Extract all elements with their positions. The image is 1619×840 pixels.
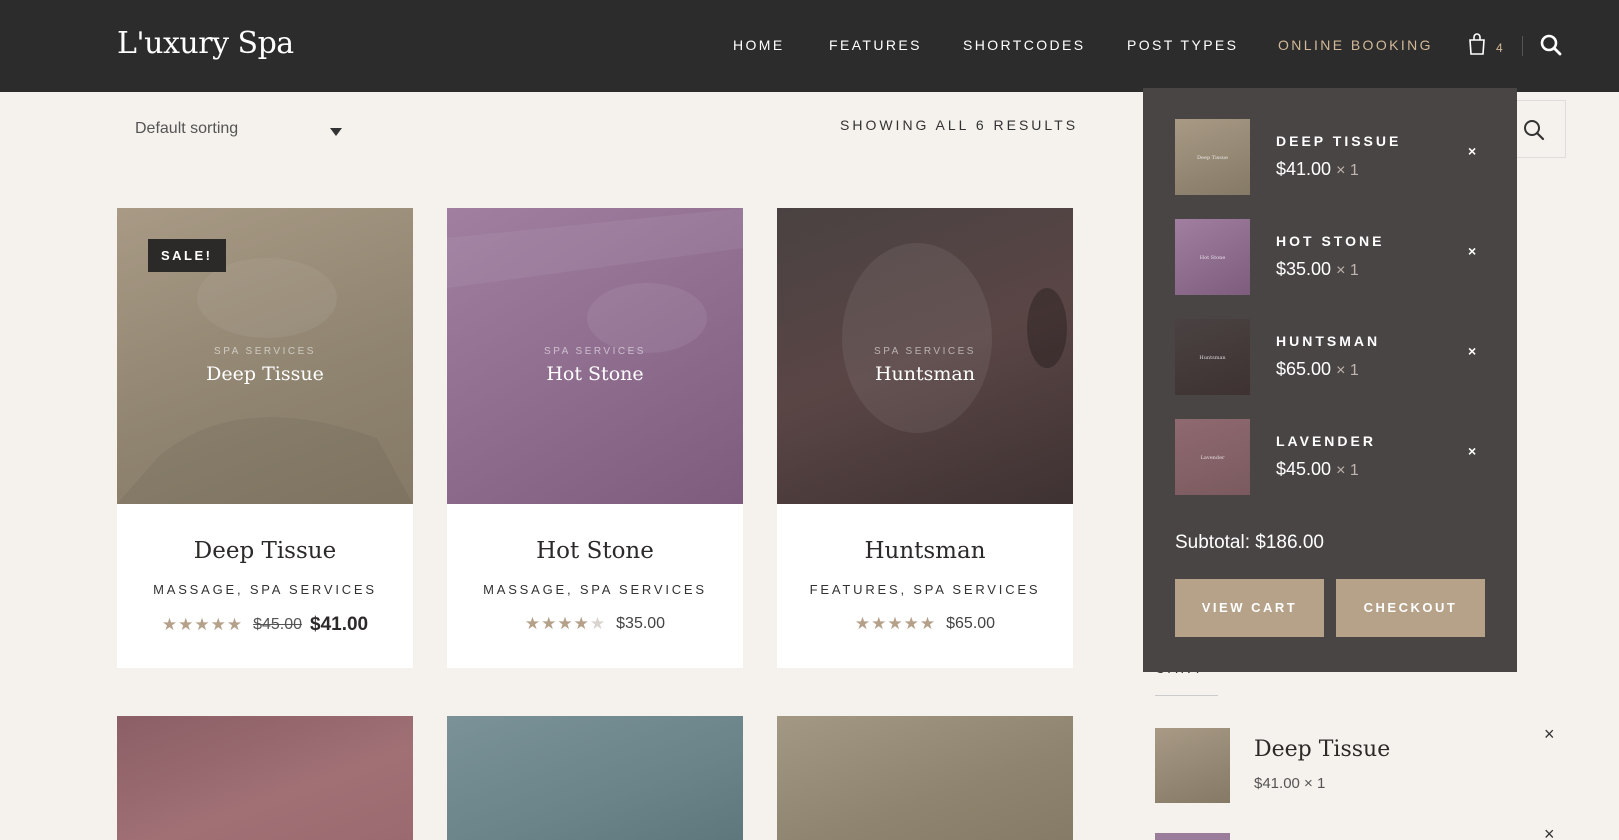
results-count: SHOWING ALL 6 RESULTS (840, 117, 1079, 133)
mini-cart-item: Hot Stone HOT STONE $35.00 × 1 (1175, 219, 1485, 295)
cart-widget-thumb[interactable] (1155, 833, 1230, 840)
cart-count-badge: 4 (1496, 41, 1503, 55)
thumb-label: Lavender (1200, 455, 1225, 461)
product-price-row: ★★★★★ $65.00 (777, 614, 1073, 634)
rating-stars: ★★★★★ (161, 615, 244, 634)
search-icon (1524, 120, 1545, 141)
thumb-label: Hot Stone (1199, 255, 1226, 261)
nav-item-post-types[interactable]: POST TYPES (1127, 37, 1238, 53)
quantity: × 1 (1336, 462, 1359, 479)
sale-badge: SALE! (148, 239, 226, 272)
thumb-label: Deep Tissue (1197, 155, 1228, 161)
product-image[interactable] (777, 716, 1073, 840)
nav-divider (1522, 36, 1523, 56)
product-title[interactable]: Hot Stone (447, 538, 743, 564)
product-image[interactable]: SPA SERVICES Hot Stone (447, 208, 743, 504)
rating-stars: ★★★★★ (524, 614, 607, 633)
product-categories[interactable]: MASSAGE, SPA SERVICES (447, 582, 743, 597)
quantity: × 1 (1336, 262, 1359, 279)
product-image[interactable] (447, 716, 743, 840)
checkout-button[interactable]: CHECKOUT (1336, 579, 1485, 637)
divider (1155, 695, 1218, 696)
chevron-down-icon (330, 128, 342, 136)
mini-cart-item-price: $41.00 × 1 (1276, 159, 1359, 180)
close-icon[interactable]: × (1544, 724, 1555, 745)
cart-widget-item-price: $41.00 × 1 (1254, 775, 1326, 792)
mini-cart-item-name[interactable]: HOT STONE (1276, 233, 1384, 249)
product-title[interactable]: Deep Tissue (117, 538, 413, 564)
product-image[interactable] (117, 716, 413, 840)
price-value: $41.00 (1276, 159, 1332, 179)
close-icon[interactable]: × (1468, 443, 1476, 459)
image-category: SPA SERVICES (214, 346, 316, 357)
mini-cart-item: Huntsman HUNTSMAN $65.00 × 1 (1175, 319, 1485, 395)
cart-widget-thumb[interactable] (1155, 728, 1230, 803)
nav-item-online-booking[interactable]: ONLINE BOOKING (1278, 37, 1433, 53)
thumb-label: Huntsman (1199, 355, 1226, 361)
quantity: × 1 (1336, 362, 1359, 379)
mini-cart-thumb[interactable]: Hot Stone (1175, 219, 1250, 295)
price-value: $65.00 (1276, 359, 1332, 379)
nav-item-shortcodes[interactable]: SHORTCODES (963, 37, 1086, 53)
price-value: $45.00 (1276, 459, 1332, 479)
sale-price: $41.00 (310, 614, 369, 635)
mini-cart-thumb[interactable]: Huntsman (1175, 319, 1250, 395)
image-title: Huntsman (874, 363, 975, 385)
mini-cart-item: Lavender LAVENDER $45.00 × 1 (1175, 419, 1485, 495)
close-icon[interactable]: × (1468, 143, 1476, 159)
image-title: Deep Tissue (206, 363, 324, 385)
cart-widget-item-name[interactable]: Deep Tissue (1254, 737, 1390, 762)
mini-cart-thumb[interactable]: Lavender (1175, 419, 1250, 495)
site-logo[interactable]: L'uxury Spa (117, 26, 294, 61)
mini-cart-thumb[interactable]: Deep Tissue (1175, 119, 1250, 195)
image-category: SPA SERVICES (874, 346, 976, 357)
site-header: L'uxury Spa HOME FEATURES SHORTCODES POS… (0, 0, 1619, 92)
sorting-select[interactable]: Default sorting (117, 112, 347, 146)
sorting-selected-value: Default sorting (135, 120, 239, 137)
image-title: Hot Stone (546, 363, 644, 385)
product-price: $65.00 (946, 615, 996, 632)
mini-cart-item: Deep Tissue DEEP TISSUE $41.00 × 1 (1175, 119, 1485, 195)
product-price-row: ★★★★★ $45.00 $41.00 (117, 614, 413, 636)
mini-cart-item-price: $35.00 × 1 (1276, 259, 1359, 280)
product-card[interactable]: SALE! SPA SERVICES Deep Tissue Deep Tiss… (117, 208, 413, 668)
nav-item-home[interactable]: HOME (733, 37, 785, 53)
mini-cart-dropdown: Deep Tissue DEEP TISSUE $41.00 × 1 Hot S… (1143, 88, 1517, 672)
mini-cart-item-price: $65.00 × 1 (1276, 359, 1359, 380)
search-icon[interactable] (1540, 34, 1562, 56)
rating-stars: ★★★★★ (854, 614, 937, 633)
nav-item-features[interactable]: FEATURES (829, 37, 922, 53)
view-cart-button[interactable]: VIEW CART (1175, 579, 1324, 637)
mini-cart-item-name[interactable]: DEEP TISSUE (1276, 133, 1401, 149)
shopping-bag-icon[interactable] (1468, 33, 1486, 55)
product-image[interactable]: SALE! SPA SERVICES Deep Tissue (117, 208, 413, 504)
product-price: $35.00 (616, 615, 666, 632)
quantity: × 1 (1336, 162, 1359, 179)
product-card[interactable]: SPA SERVICES Huntsman Huntsman FEATURES,… (777, 208, 1073, 668)
price-value: $35.00 (1276, 259, 1332, 279)
mini-cart-item-name[interactable]: LAVENDER (1276, 433, 1376, 449)
mini-cart-subtotal: Subtotal: $186.00 (1175, 532, 1324, 553)
product-title[interactable]: Huntsman (777, 538, 1073, 564)
close-icon[interactable]: × (1468, 243, 1476, 259)
close-icon[interactable]: × (1468, 343, 1476, 359)
mini-cart-item-price: $45.00 × 1 (1276, 459, 1359, 480)
product-image[interactable]: SPA SERVICES Huntsman (777, 208, 1073, 504)
mini-cart-item-name[interactable]: HUNTSMAN (1276, 333, 1380, 349)
image-category: SPA SERVICES (544, 346, 646, 357)
product-price-row: ★★★★★ $35.00 (447, 614, 743, 634)
close-icon[interactable]: × (1544, 824, 1555, 840)
product-categories[interactable]: FEATURES, SPA SERVICES (777, 582, 1073, 597)
product-categories[interactable]: MASSAGE, SPA SERVICES (117, 582, 413, 597)
product-card[interactable]: SPA SERVICES Hot Stone Hot Stone MASSAGE… (447, 208, 743, 668)
old-price: $45.00 (253, 616, 302, 633)
